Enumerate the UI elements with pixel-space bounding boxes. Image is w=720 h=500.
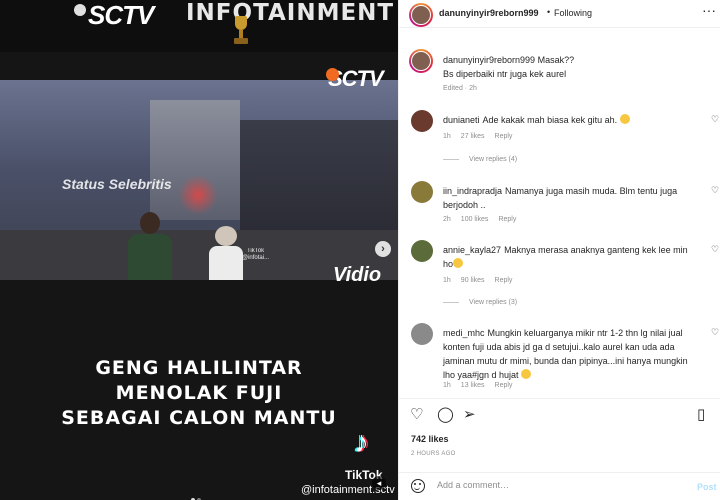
following-button[interactable]: Following [554,8,592,18]
comment-username[interactable]: annie_kayla27 [443,245,501,255]
caption-text-line1: Masak?? [537,55,575,65]
headline-text: GENG HALILINTAR MENOLAK FUJI SEBAGAI CAL… [61,357,337,429]
view-replies-button[interactable]: View replies (3) [443,299,517,306]
comment-icon[interactable]: ◯ [437,407,454,423]
heart-icon[interactable]: ♡ [711,244,719,255]
post-media: SCTV INFOTAINMENT Status Selebritis TikT… [0,0,398,500]
post-timestamp: 2 HOURS AGO [411,451,456,457]
grin-emoji-icon [453,258,464,268]
heart-icon[interactable]: ♡ [410,407,423,423]
comment-time: 1h [443,133,451,140]
more-horizontal-icon[interactable]: ··· [702,2,716,18]
caption-meta: Edited · 2h [443,85,477,92]
post-caption: danunyinyir9reborn999 Masak?? Bs diperba… [443,53,693,81]
brand-logo: SCTV [73,0,154,30]
avatar[interactable] [409,49,433,73]
video-frame[interactable] [0,80,398,280]
comment-likes[interactable]: 13 likes [461,382,485,389]
reply-button[interactable]: Reply [495,382,513,389]
next-slide-button[interactable]: › [375,241,391,257]
comment-input[interactable] [437,480,677,490]
comment-time: 2h [443,216,451,223]
bookmark-icon[interactable]: ▯ [697,407,705,423]
show-logo: INFOTAINMENT [186,0,395,26]
avatar[interactable] [409,3,433,27]
carousel-indicator [190,489,202,500]
corner-brand-logo: SCTV [326,66,384,91]
comment-text: dunianeti Ade kakak mah biasa kek gitu ah… [443,113,693,127]
video-watermark: Status Selebritis [62,176,172,192]
tiktok-small-watermark: TikTok @infotai... [242,248,270,261]
trophy-icon [234,16,248,44]
comment-meta: 2h 100 likes Reply [443,216,526,223]
comment-likes[interactable]: 100 likes [461,216,489,223]
vidio-logo: Vidio [333,264,382,286]
post-comment-button[interactable]: Post [697,482,717,492]
comment-meta: 1h 90 likes Reply [443,277,522,284]
view-replies-button[interactable]: View replies (4) [443,156,517,163]
like-count[interactable]: 742 likes [411,434,449,444]
person-figure [120,200,180,280]
caption-username[interactable]: danunyinyir9reborn999 [443,55,535,65]
avatar[interactable] [411,110,433,132]
comment-text: medi_mhc Mungkin keluarganya mikir ntr 1-… [443,328,688,380]
heart-icon[interactable]: ♡ [711,114,719,125]
comment-likes[interactable]: 90 likes [461,277,485,284]
heart-icon[interactable]: ♡ [711,327,719,338]
caption-text-line2: Bs diperbaiki ntr juga kek aurel [443,69,567,79]
post-author-username[interactable]: danunyinyir9reborn999 [439,8,539,18]
reply-button[interactable]: Reply [498,216,516,223]
comment-likes[interactable]: 27 likes [461,133,485,140]
comment-text: annie_kayla27 Maknya merasa anaknya gante… [443,245,688,269]
emoji-icon[interactable] [411,479,425,493]
reply-button[interactable]: Reply [495,277,513,284]
grin-emoji-icon [521,369,532,379]
avatar[interactable] [411,323,433,345]
comment-meta: 1h 27 likes Reply [443,133,522,140]
post-header: danunyinyir9reborn999 • Following ··· [399,0,720,28]
tiktok-icon [352,426,378,462]
post-sidebar: danunyinyir9reborn999 • Following ··· da… [398,0,720,500]
heart-icon[interactable]: ♡ [711,185,719,196]
add-comment-bar: Post [399,472,720,500]
share-icon[interactable]: ➢ [463,407,476,423]
media-banner: SCTV INFOTAINMENT [0,0,398,52]
comment-text: iin_indrapradja Namanya juga masih muda. … [443,186,678,210]
avatar[interactable] [411,240,433,262]
comment-username[interactable]: medi_mhc [443,328,485,338]
grin-emoji-icon [619,114,630,124]
mute-icon[interactable]: ◂ [372,476,386,490]
reply-button[interactable]: Reply [495,133,513,140]
header-separator: • [547,7,551,17]
comment-meta: 1h 13 likes Reply [443,382,522,389]
avatar[interactable] [411,181,433,203]
comment-time: 1h [443,382,451,389]
comment-time: 1h [443,277,451,284]
comment-username[interactable]: dunianeti [443,115,480,125]
video-scene [0,80,398,280]
post-actions: ♡ ◯ ➢ ▯ [399,398,720,430]
comment-username[interactable]: iin_indrapradja [443,186,502,196]
